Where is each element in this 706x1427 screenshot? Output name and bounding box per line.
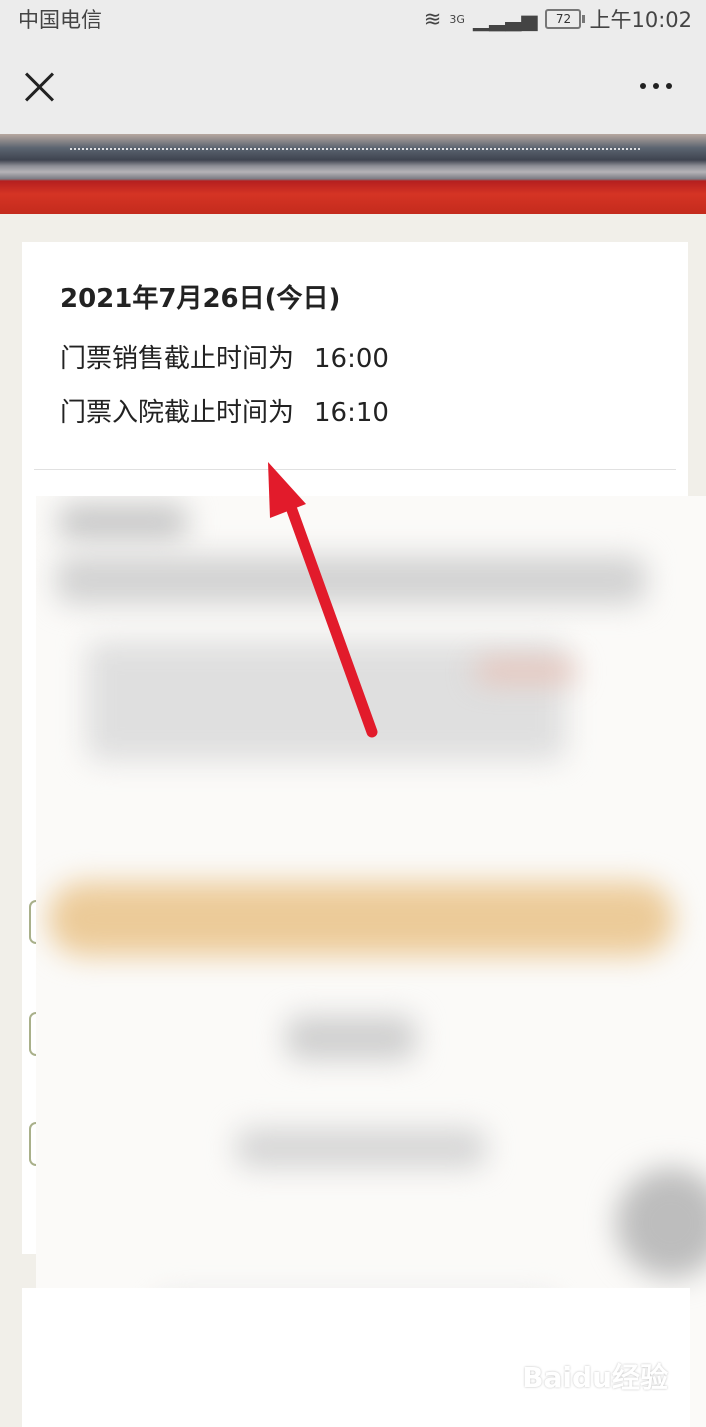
annotation-arrow-icon xyxy=(268,462,378,738)
baidu-watermark: Baidu经验 xyxy=(522,1361,668,1394)
